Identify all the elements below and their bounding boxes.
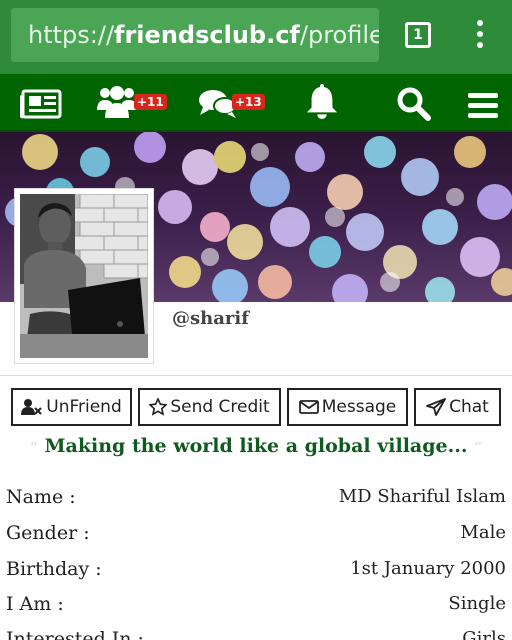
url-bar[interactable]: https://friendsclub.cf/profile_0 [11,8,379,62]
info-row-relationship: I Am : Single [6,593,506,625]
envelope-icon [298,400,319,414]
info-row-gender: Gender : Male [6,522,506,554]
info-value: MD Shariful Islam [338,486,506,507]
friends-icon[interactable] [96,84,138,120]
info-value: Male [460,522,506,543]
section-divider [0,375,512,376]
message-label: Message [321,397,397,417]
messages-badge: +13 [232,94,265,110]
tagline-close-quote: ” [474,440,483,456]
send-credit-label: Send Credit [170,397,270,417]
profile-username: @sharif [172,308,249,329]
info-value: 1st January 2000 [350,558,506,579]
friends-badge: +11 [134,94,167,110]
tab-switcher-button[interactable]: 1 [405,22,431,48]
bell-icon[interactable] [304,84,340,120]
paper-plane-icon [426,398,447,416]
unfriend-label: UnFriend [46,397,122,417]
url-host: friendsclub.cf [114,21,300,49]
info-label: Name : [6,486,76,508]
chat-label: Chat [449,397,489,417]
browser-toolbar: https://friendsclub.cf/profile_0 1 [0,0,512,74]
profile-photo-frame[interactable] [14,188,154,364]
info-row-birthday: Birthday : 1st January 2000 [6,558,506,590]
info-label: Interested In : [6,628,144,640]
info-label: I Am : [6,593,64,615]
info-label: Gender : [6,522,90,544]
tagline-text: Making the world like a global village..… [44,435,468,457]
user-remove-icon [21,399,42,415]
profile-photo [20,194,148,358]
url-path: /profile_0 [299,21,379,49]
profile-tagline: “ Making the world like a global village… [0,435,512,457]
info-value: Single [448,593,506,614]
chat-button[interactable]: Chat [414,388,501,426]
info-row-interested-in: Interested In : Girls [6,628,506,640]
unfriend-button[interactable]: UnFriend [11,388,132,426]
menu-icon[interactable] [467,88,499,124]
newspaper-icon[interactable] [20,86,62,122]
info-row-name: Name : MD Shariful Islam [6,486,506,518]
message-button[interactable]: Message [287,388,408,426]
info-value: Girls [462,628,506,640]
star-icon [149,398,168,416]
tagline-open-quote: “ [29,440,38,456]
info-label: Birthday : [6,558,102,580]
url-scheme: https:// [28,21,115,49]
search-icon[interactable] [396,86,432,122]
app-nav-bar: +11 +13 [0,74,512,132]
send-credit-button[interactable]: Send Credit [138,388,281,426]
overflow-menu-icon[interactable] [475,20,485,52]
